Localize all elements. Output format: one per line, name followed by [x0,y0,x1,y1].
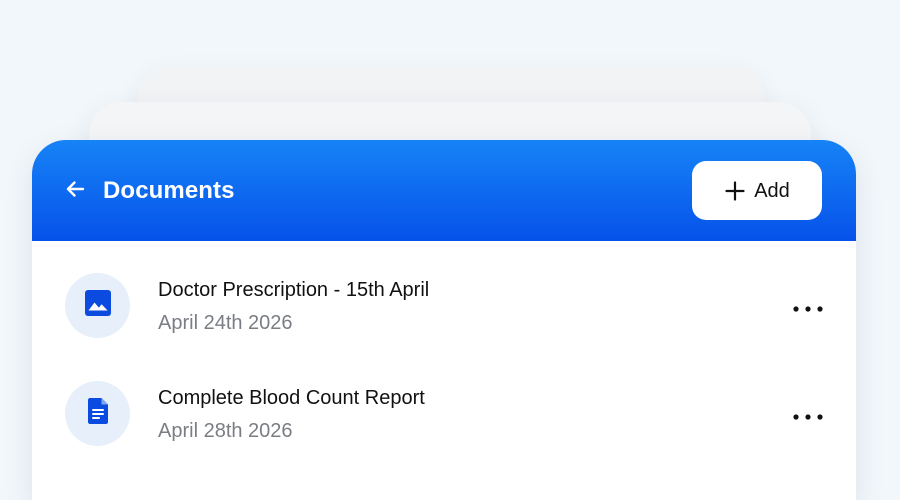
add-document-button[interactable]: Add [692,161,822,220]
documents-header: Documents Add [32,140,856,241]
document-date: April 24th 2026 [158,312,293,334]
more-options-button[interactable] [788,294,828,324]
add-button-label: Add [754,179,790,202]
document-title: Doctor Prescription - 15th April [158,279,430,301]
more-horizontal-icon [792,300,824,318]
list-item[interactable]: Complete Blood Count Report April 28th 2… [32,370,856,460]
document-date: April 28th 2026 [158,420,293,442]
document-thumbnail [65,381,130,446]
more-options-button[interactable] [788,402,828,432]
arrow-left-icon [63,177,87,206]
back-button[interactable] [60,176,90,206]
document-thumbnail [65,273,130,338]
more-horizontal-icon [792,408,824,426]
document-title: Complete Blood Count Report [158,387,425,409]
plus-icon [724,180,746,202]
list-item[interactable]: Doctor Prescription - 15th April April 2… [32,262,856,352]
document-icon [87,397,109,430]
image-icon [84,289,112,322]
documents-card: Documents Add Doctor Prescription - 15th… [32,140,856,500]
page-title: Documents [103,177,235,204]
